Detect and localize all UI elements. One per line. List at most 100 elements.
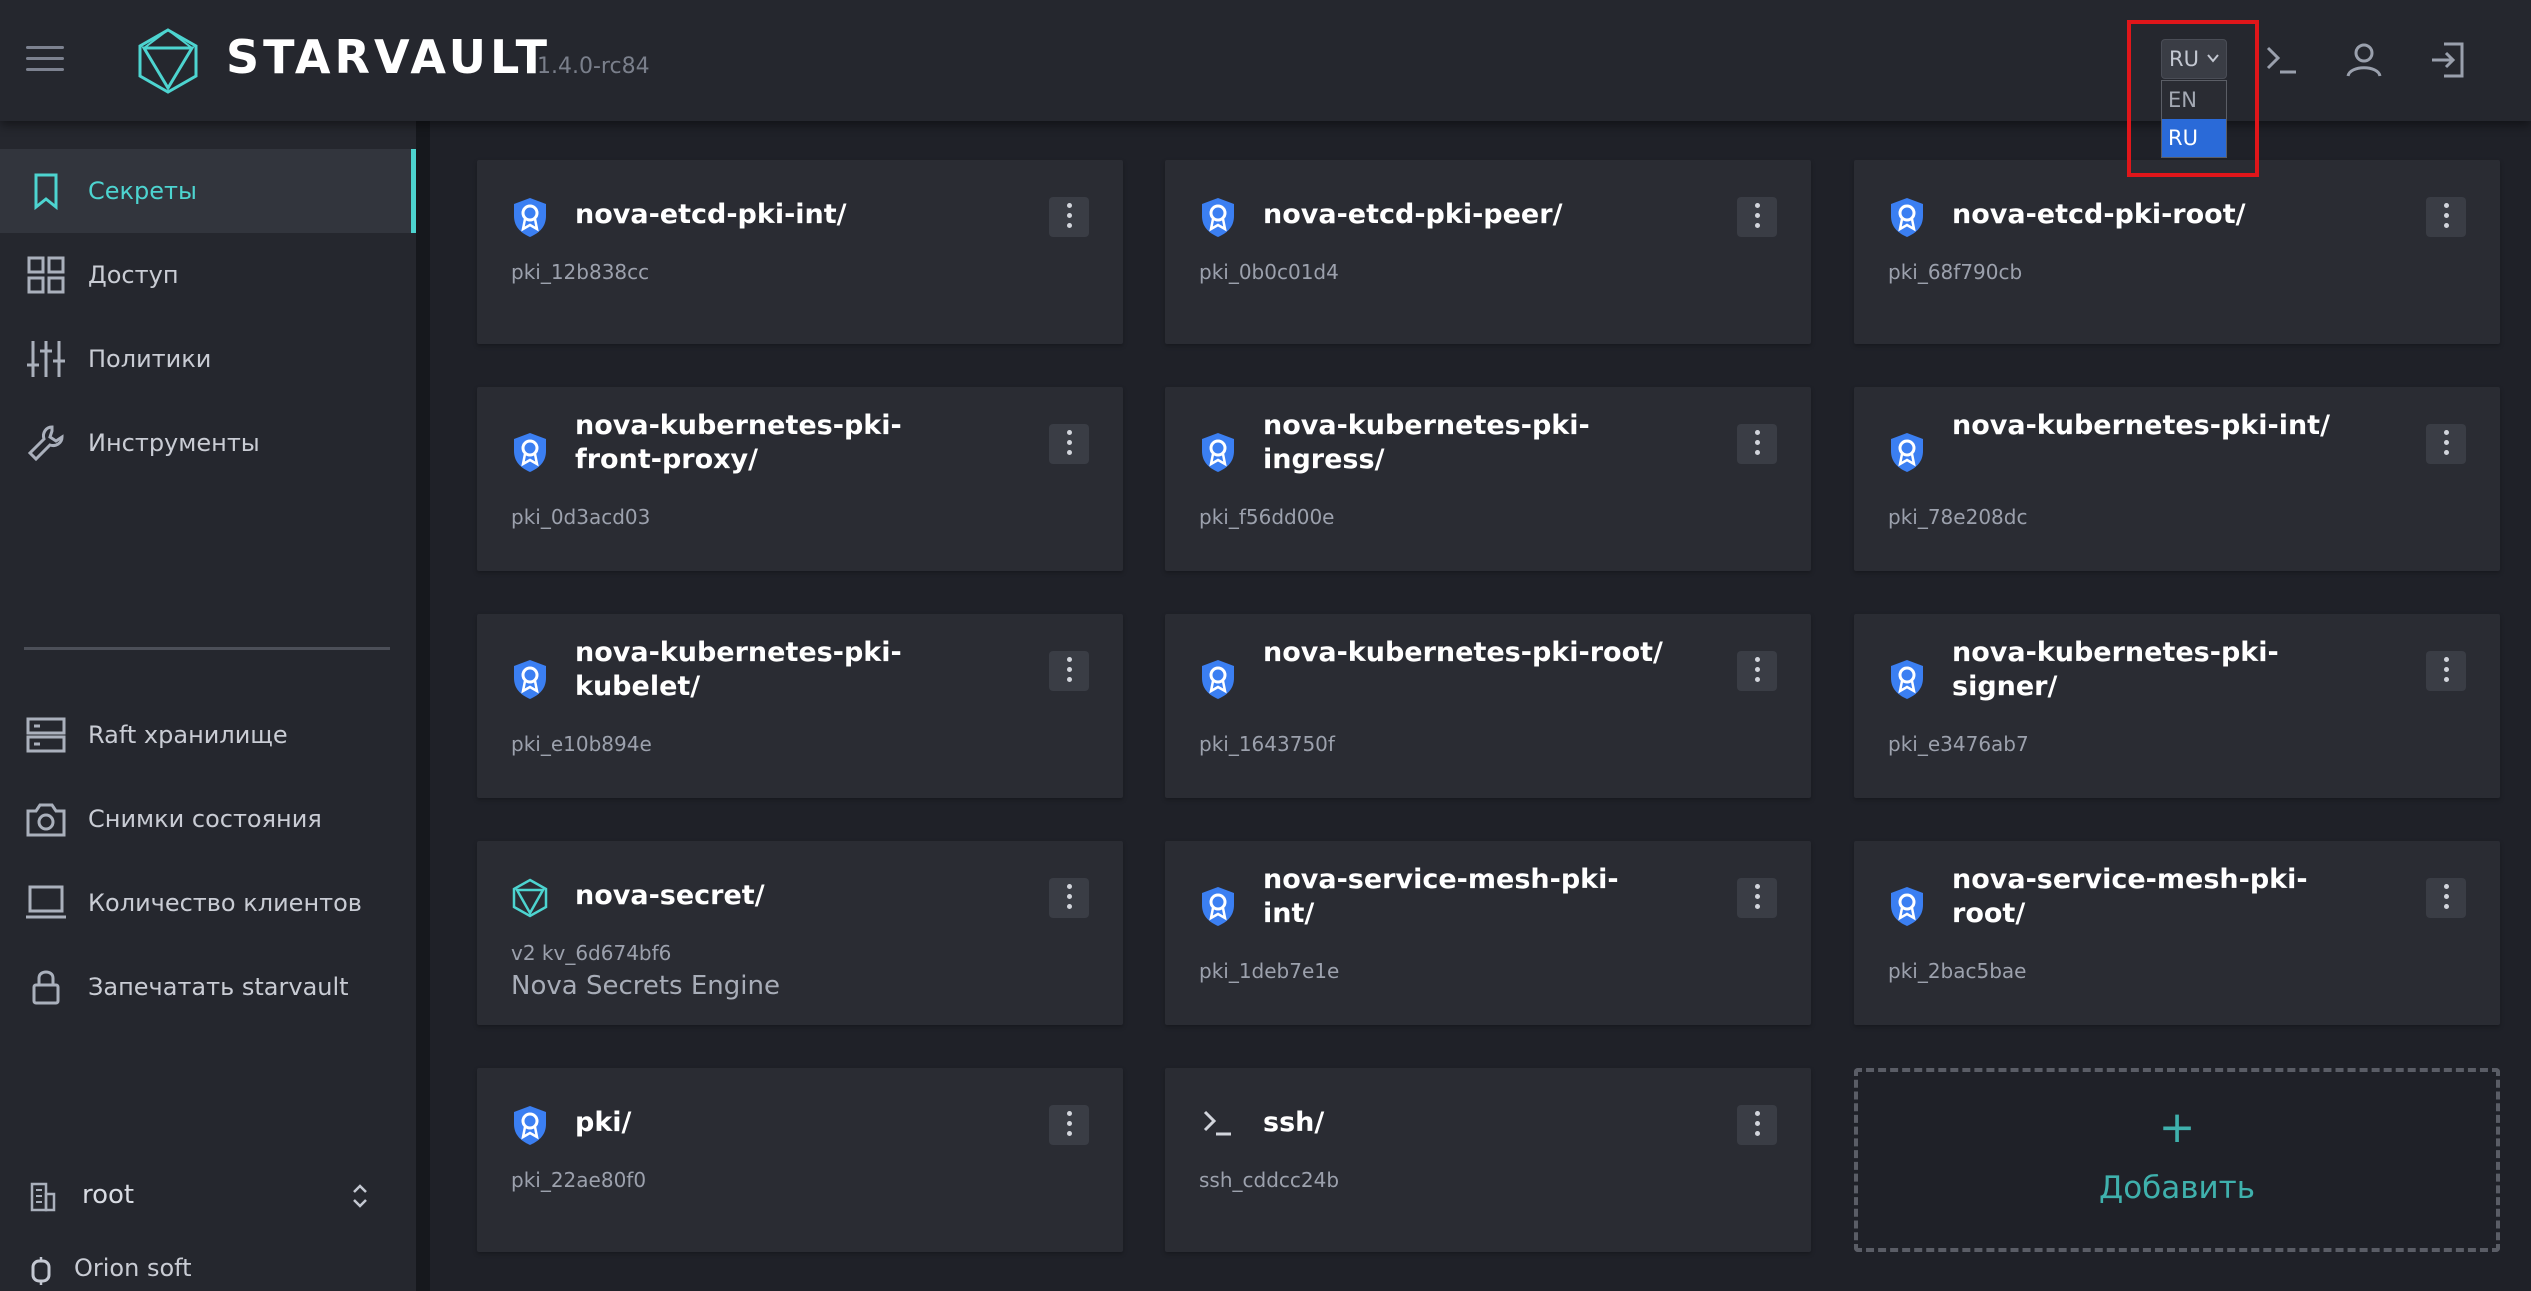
lock-icon [32,970,60,1005]
more-options-icon[interactable] [1737,651,1777,691]
secrets-engine-card[interactable]: nova-kubernetes-pki-front-proxy/pki_0d3a… [477,387,1123,571]
engine-title[interactable]: nova-kubernetes-pki-signer/ [1952,636,2352,704]
engine-title[interactable]: nova-service-mesh-pki-root/ [1952,863,2352,931]
kebab-dot [1067,1111,1072,1116]
engine-accessor: pki_12b838cc [511,260,650,284]
engine-title[interactable]: nova-kubernetes-pki-ingress/ [1263,409,1663,477]
secrets-engine-card[interactable]: nova-service-mesh-pki-int/pki_1deb7e1e [1165,841,1811,1025]
kebab-dot [1067,904,1072,909]
user-icon[interactable] [2344,40,2384,80]
sidebar-item-label: Доступ [88,261,179,289]
terminal-icon[interactable] [2262,40,2302,80]
engine-accessor: pki_f56dd00e [1199,505,1335,529]
engine-title[interactable]: nova-kubernetes-pki-kubelet/ [575,636,975,704]
certificate-shield-icon [1199,885,1237,927]
engine-accessor: v2 kv_6d674bf6 [511,941,672,965]
camera-icon [26,803,66,837]
engine-title[interactable]: nova-secret/ [575,879,975,913]
language-option-ru[interactable]: RU [2162,119,2226,157]
secrets-engine-card[interactable]: pki/pki_22ae80f0 [477,1068,1123,1252]
certificate-shield-icon [511,1104,549,1146]
engine-accessor: pki_0b0c01d4 [1199,260,1339,284]
more-options-icon[interactable] [2426,424,2466,464]
sidebar-item-access[interactable]: Доступ [0,233,416,317]
certificate-shield-icon [1199,658,1237,700]
secrets-engine-card[interactable]: nova-kubernetes-pki-signer/pki_e3476ab7 [1854,614,2500,798]
secrets-engine-card[interactable]: nova-service-mesh-pki-root/pki_2bac5bae [1854,841,2500,1025]
grid-icon [27,256,65,294]
language-select[interactable]: RU [2161,39,2227,79]
more-options-icon[interactable] [1049,424,1089,464]
secrets-engine-card[interactable]: nova-etcd-pki-peer/pki_0b0c01d4 [1165,160,1811,344]
more-options-icon[interactable] [1049,197,1089,237]
certificate-shield-icon [1888,885,1926,927]
secrets-engine-card[interactable]: nova-etcd-pki-int/pki_12b838cc [477,160,1123,344]
chevron-up-down-icon [353,1184,367,1208]
more-options-icon[interactable] [1737,424,1777,464]
sidebar-item-label: Количество клиентов [88,889,362,917]
more-options-icon[interactable] [1049,878,1089,918]
kebab-dot [2444,657,2449,662]
hamburger-menu-icon[interactable] [26,46,64,74]
sidebar-item-snapshots[interactable]: Снимки состояния [0,777,416,861]
sidebar-item-client-count[interactable]: Количество клиентов [0,861,416,945]
sidebar: Секреты Доступ Политики Инструменты Raft… [0,121,416,1291]
sidebar-scroll-edge [416,121,430,1291]
secrets-engine-card[interactable]: nova-kubernetes-pki-kubelet/pki_e10b894e [477,614,1123,798]
engine-title[interactable]: nova-kubernetes-pki-int/ [1952,409,2352,443]
sidebar-item-raft-storage[interactable]: Raft хранилище [0,693,416,777]
kebab-dot [2444,894,2449,899]
kebab-dot [1067,1121,1072,1126]
terminal-icon [1199,1104,1237,1146]
more-options-icon[interactable] [1049,1105,1089,1145]
more-options-icon[interactable] [1737,197,1777,237]
kebab-dot [1067,884,1072,889]
engine-title[interactable]: nova-kubernetes-pki-front-proxy/ [575,409,975,477]
more-options-icon[interactable] [1737,878,1777,918]
sliders-icon [27,341,65,377]
kebab-dot [1067,450,1072,455]
kebab-dot [2444,884,2449,889]
plus-icon: + [2158,1102,2196,1153]
sidebar-item-secrets[interactable]: Секреты [0,149,416,233]
kebab-dot [1755,450,1760,455]
engine-accessor: pki_e3476ab7 [1888,732,2029,756]
logout-icon[interactable] [2428,40,2468,80]
certificate-shield-icon [511,431,549,473]
engine-title[interactable]: nova-etcd-pki-int/ [575,198,975,232]
language-option-en[interactable]: EN [2162,81,2226,119]
engine-title[interactable]: pki/ [575,1106,975,1140]
engine-title[interactable]: nova-service-mesh-pki-int/ [1263,863,1663,931]
sidebar-item-tools[interactable]: Инструменты [0,401,416,485]
engine-accessor: pki_e10b894e [511,732,652,756]
kebab-dot [2444,223,2449,228]
secrets-engine-card[interactable]: ssh/ssh_cddcc24b [1165,1068,1811,1252]
sidebar-item-seal[interactable]: Запечатать starvault [0,945,416,1029]
secrets-engine-card[interactable]: nova-etcd-pki-root/pki_68f790cb [1854,160,2500,344]
sidebar-item-label: Raft хранилище [88,721,288,749]
engine-accessor: pki_0d3acd03 [511,505,651,529]
engine-title[interactable]: ssh/ [1263,1106,1663,1140]
app-logo-text: STARVAULT [226,30,552,84]
engine-accessor: ssh_cddcc24b [1199,1168,1340,1192]
secrets-engine-card[interactable]: nova-kubernetes-pki-int/pki_78e208dc [1854,387,2500,571]
more-options-icon[interactable] [2426,197,2466,237]
engine-title[interactable]: nova-etcd-pki-root/ [1952,198,2352,232]
kebab-dot [1067,440,1072,445]
namespace-picker[interactable]: root [28,1176,388,1216]
certificate-shield-icon [511,658,549,700]
kebab-dot [1755,1121,1760,1126]
add-secrets-engine-card[interactable]: + Добавить [1854,1068,2500,1252]
sidebar-item-policies[interactable]: Политики [0,317,416,401]
secrets-engine-card[interactable]: nova-kubernetes-pki-root/pki_1643750f [1165,614,1811,798]
orion-soft-logo-icon [31,1257,51,1285]
engine-title[interactable]: nova-etcd-pki-peer/ [1263,198,1663,232]
more-options-icon[interactable] [1049,651,1089,691]
more-options-icon[interactable] [1737,1105,1777,1145]
secrets-engine-card[interactable]: nova-kubernetes-pki-ingress/pki_f56dd00e [1165,387,1811,571]
more-options-icon[interactable] [2426,651,2466,691]
certificate-shield-icon [511,196,549,238]
secrets-engine-card[interactable]: nova-secret/v2 kv_6d674bf6 Nova Secrets E… [477,841,1123,1025]
engine-title[interactable]: nova-kubernetes-pki-root/ [1263,636,1663,670]
more-options-icon[interactable] [2426,878,2466,918]
